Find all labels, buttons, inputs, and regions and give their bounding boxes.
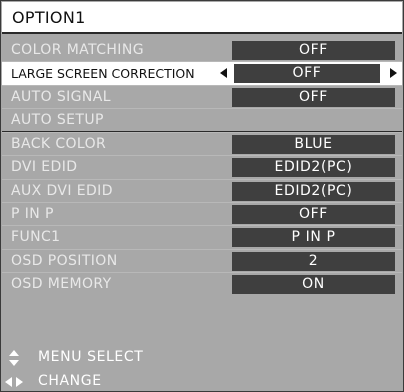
menu-item-auto-signal[interactable]: AUTO SIGNAL OFF (2, 84, 402, 108)
change-label: CHANGE (38, 373, 102, 389)
menu-item-label: P IN P (11, 206, 54, 223)
menu-select-label: MENU SELECT (38, 349, 144, 365)
osd-menu-window: OPTION1 COLOR MATCHING OFF LARGE SCREEN … (0, 0, 404, 392)
menu-select-hint: MENU SELECT (9, 349, 143, 366)
menu-item-value: EDID2(PC) (232, 158, 395, 178)
menu-item-p-in-p[interactable]: P IN P OFF (2, 202, 402, 225)
menu-item-value: OFF (232, 205, 395, 225)
menu-item-value: 2 (232, 251, 395, 271)
menu-item-dvi-edid[interactable]: DVI EDID EDID2(PC) (2, 155, 402, 178)
menu-item-large-screen-correction[interactable]: LARGE SCREEN CORRECTION OFF (2, 61, 402, 85)
menu-item-value: OFF (234, 64, 380, 84)
menu-item-label: OSD POSITION (11, 252, 118, 269)
menu-item-color-matching[interactable]: COLOR MATCHING OFF (2, 39, 402, 61)
menu-footer: MENU SELECT CHANGE (2, 341, 402, 391)
up-down-arrows-icon (9, 350, 19, 366)
menu-item-value: OFF (232, 41, 395, 60)
menu-item-label: DVI EDID (11, 159, 78, 176)
menu-item-back-color[interactable]: BACK COLOR BLUE (2, 132, 402, 155)
menu-item-label: COLOR MATCHING (11, 42, 144, 58)
menu-item-label: AUTO SIGNAL (11, 88, 111, 105)
menu-item-osd-memory[interactable]: OSD MEMORY ON (2, 271, 402, 295)
menu-title: OPTION1 (12, 8, 86, 27)
menu-item-func1[interactable]: FUNC1 P IN P (2, 225, 402, 248)
option1-menu: COLOR MATCHING OFF LARGE SCREEN CORRECTI… (2, 39, 402, 295)
menu-item-value: OFF (232, 87, 395, 107)
left-arrow-icon[interactable] (220, 68, 227, 79)
menu-title-bar: OPTION1 (2, 2, 402, 34)
menu-item-aux-dvi-edid[interactable]: AUX DVI EDID EDID2(PC) (2, 178, 402, 202)
change-hint: CHANGE (5, 373, 101, 389)
right-arrow-icon[interactable] (390, 68, 397, 79)
menu-item-label: BACK COLOR (11, 136, 107, 153)
menu-item-value: BLUE (232, 135, 395, 155)
menu-item-label: OSD MEMORY (11, 275, 112, 292)
menu-item-label: AUTO SETUP (11, 111, 104, 128)
left-right-arrows-icon (5, 377, 23, 387)
menu-item-value: ON (232, 274, 395, 294)
menu-item-label: FUNC1 (11, 229, 61, 246)
menu-item-auto-setup[interactable]: AUTO SETUP (2, 107, 402, 133)
menu-item-osd-position[interactable]: OSD POSITION 2 (2, 248, 402, 272)
menu-item-label: AUX DVI EDID (11, 182, 113, 199)
menu-item-value: EDID2(PC) (232, 181, 395, 201)
menu-item-label: LARGE SCREEN CORRECTION (11, 66, 195, 82)
menu-item-value: P IN P (232, 228, 395, 248)
